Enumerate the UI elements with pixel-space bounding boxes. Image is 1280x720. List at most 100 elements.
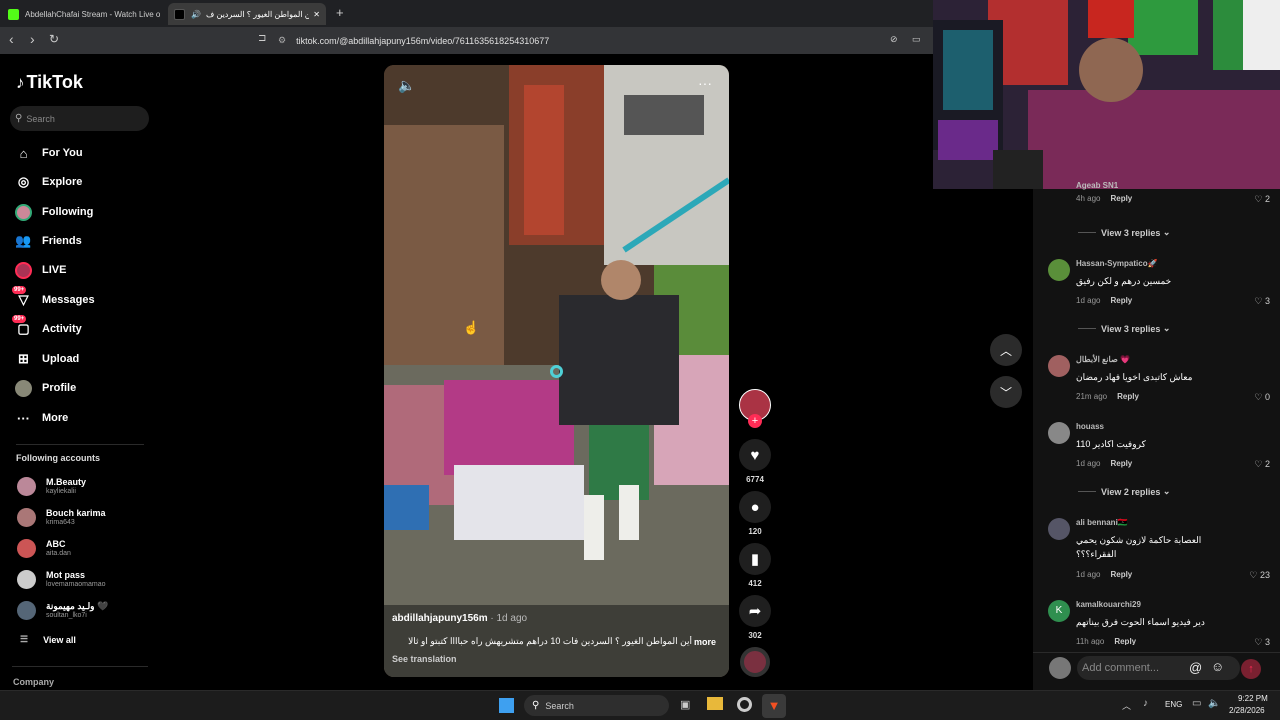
account-item[interactable]: Mot pass lovemamaomamao	[17, 570, 106, 589]
comment-button[interactable]: ● 120	[739, 491, 771, 536]
avatar	[17, 508, 36, 527]
avatar[interactable]	[1048, 259, 1070, 281]
save-button[interactable]: ▮ 412	[739, 543, 771, 588]
like-count: 6774	[746, 475, 764, 484]
speaker-icon[interactable]: 🔊	[191, 10, 201, 19]
comment-like[interactable]: ♡ 23	[1249, 570, 1270, 581]
nav-explore[interactable]: ◎ Explore	[15, 172, 83, 192]
avatar[interactable]: K	[1048, 600, 1070, 622]
comment-like[interactable]: ♡ 0	[1254, 392, 1270, 403]
like-button[interactable]: ♥ 6774	[739, 439, 771, 484]
reply-button[interactable]: Reply	[1110, 459, 1132, 468]
language-indicator[interactable]: ENG	[1165, 700, 1182, 709]
author-avatar-button[interactable]: +	[739, 389, 771, 428]
account-handle: kayliekalii	[46, 488, 76, 495]
comment-user[interactable]: houass	[1076, 422, 1104, 431]
volume-icon[interactable]: 🔈	[1208, 698, 1220, 709]
forward-icon[interactable]: ›	[30, 31, 35, 47]
mention-icon[interactable]: @	[1189, 660, 1202, 675]
share-icon: ➦	[739, 595, 771, 627]
nav-messages[interactable]: ▽ 99+ Messages	[12, 285, 95, 310]
nav-following[interactable]: Following	[15, 202, 93, 222]
next-video-button[interactable]: ﹀	[990, 376, 1022, 408]
comment-like-count: 2	[1264, 459, 1270, 469]
video-author[interactable]: abdillahjapuny156m	[392, 613, 488, 624]
nav-friends[interactable]: 👥 Friends	[15, 231, 81, 251]
reply-button[interactable]: Reply	[1117, 392, 1139, 401]
comment-user[interactable]: ali bennani🇱🇾	[1076, 518, 1128, 527]
reply-button[interactable]: Reply	[1110, 296, 1132, 305]
see-translation-link[interactable]: See translation	[392, 654, 457, 664]
network-icon[interactable]: ▭	[1192, 698, 1201, 709]
search-input[interactable]: Search	[26, 114, 55, 124]
view-all-link[interactable]: ☰ View all	[20, 634, 76, 645]
emoji-icon[interactable]: ☺	[1211, 659, 1224, 674]
nav-upload[interactable]: ⊞ Upload	[15, 349, 79, 369]
share-button[interactable]: ➦ 302	[739, 595, 771, 640]
clock-time[interactable]: 9:22 PM	[1238, 694, 1268, 703]
music-disc-button[interactable]	[739, 647, 771, 677]
comment-user[interactable]: Hassan-Sympatico🚀	[1076, 259, 1158, 268]
file-explorer-icon[interactable]	[707, 697, 723, 710]
chrome-icon[interactable]	[737, 697, 752, 712]
avatar[interactable]	[1048, 518, 1070, 540]
view-replies-button[interactable]: View 3 replies ⌄	[1078, 227, 1170, 238]
nav-for-you[interactable]: ⌂ For You	[15, 143, 83, 163]
comment-input[interactable]: Add comment... @ ☺	[1077, 656, 1240, 680]
comment-item: صانع الأبطال 💗 معاش كاتبدى اخويا فهاد رم…	[1048, 355, 1270, 405]
comment-user[interactable]: kamalkouarchi29	[1076, 600, 1141, 609]
tiktok-logo[interactable]: ♪ TikTok	[16, 72, 83, 93]
company-link[interactable]: Company	[13, 677, 54, 687]
nav-activity[interactable]: ▢ 99+ Activity	[12, 314, 82, 339]
account-item[interactable]: Bouch karima krima643	[17, 508, 106, 527]
avatar	[17, 601, 36, 620]
comment-user[interactable]: Ageab SN1	[1076, 181, 1118, 190]
new-tab-icon[interactable]: +	[336, 5, 344, 20]
tray-chevron-icon[interactable]: ︿	[1122, 699, 1131, 712]
comment-like[interactable]: ♡ 2	[1254, 459, 1270, 470]
view-replies-button[interactable]: View 3 replies ⌄	[1078, 323, 1170, 334]
follow-plus-icon[interactable]: +	[748, 414, 762, 428]
avatar[interactable]	[1048, 355, 1070, 377]
comment-user[interactable]: صانع الأبطال 💗	[1076, 355, 1130, 364]
reply-button[interactable]: Reply	[1110, 570, 1132, 579]
mic-icon[interactable]: ♪	[1143, 698, 1148, 709]
reply-button[interactable]: Reply	[1110, 194, 1132, 203]
reply-button[interactable]: Reply	[1114, 637, 1136, 645]
bookmark-icon[interactable]: ⊐	[258, 33, 266, 44]
avatar[interactable]	[1048, 422, 1070, 444]
more-options-icon[interactable]: ···	[698, 75, 712, 91]
post-comment-button[interactable]: ↑	[1241, 659, 1261, 679]
windows-start-icon[interactable]	[499, 698, 514, 713]
comment-like[interactable]: ♡ 3	[1254, 637, 1270, 645]
back-icon[interactable]: ‹	[9, 31, 14, 47]
reload-icon[interactable]: ↻	[49, 32, 59, 46]
translate-icon[interactable]: ⊘	[890, 34, 898, 45]
account-item[interactable]: ABC aita.dan	[17, 539, 71, 558]
tab-tiktok[interactable]: 🔊 أين المواطن الغيور ؟ السردين ف ✕	[168, 3, 326, 25]
account-item[interactable]: M.Beauty kayliekalii	[17, 477, 86, 496]
search-box[interactable]: ⚲ Search	[10, 106, 149, 131]
url-field[interactable]: tiktok.com/@abdillahjapuny156m/video/761…	[296, 36, 549, 46]
task-view-icon[interactable]: ▣	[680, 698, 690, 711]
close-tab-icon[interactable]: ✕	[313, 10, 320, 19]
taskbar-search[interactable]: ⚲ Search	[524, 695, 669, 716]
site-info-icon[interactable]: ⚙	[278, 35, 286, 46]
account-item[interactable]: ولـيد مهيمونة 🖤 soultan_lko7i	[17, 601, 108, 620]
caption-more-link[interactable]: more	[694, 637, 716, 647]
cast-icon[interactable]: ▭	[912, 34, 921, 45]
comment-text: العصابة حاكمة لازون شكون يحمي الفقراء؟؟؟	[1076, 535, 1202, 559]
webcam-image	[933, 0, 1280, 189]
brave-icon[interactable]: ▼	[762, 694, 786, 718]
nav-profile[interactable]: Profile	[15, 378, 76, 398]
previous-video-button[interactable]: ︿	[990, 334, 1022, 366]
view-replies-button[interactable]: View 2 replies ⌄	[1078, 486, 1170, 497]
comment-time: 1d ago	[1076, 296, 1101, 305]
nav-more[interactable]: ··· More	[15, 408, 68, 428]
tab-stream[interactable]: AbdellahChafai Stream - Watch Live o	[2, 3, 164, 25]
comment-like[interactable]: ♡ 3	[1254, 296, 1270, 307]
nav-live[interactable]: LIVE	[15, 260, 66, 280]
comment-like[interactable]: ♡ 2	[1254, 194, 1270, 205]
clock-date[interactable]: 2/28/2026	[1229, 706, 1265, 715]
volume-icon[interactable]: 🔈	[398, 77, 415, 94]
